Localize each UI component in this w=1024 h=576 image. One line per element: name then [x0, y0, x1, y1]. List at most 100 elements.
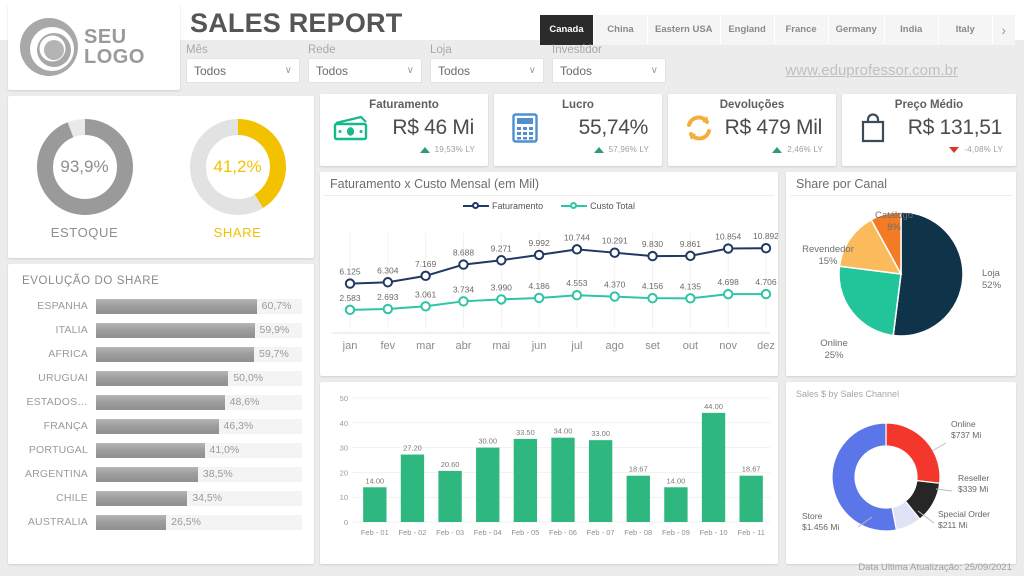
- filter-bar[interactable]: Mês Todos ∨ Rede Todos ∨ Loja Todos ∨ Investidor T…: [186, 44, 666, 83]
- share-row-name: ARGENTINA: [24, 468, 88, 480]
- share-row[interactable]: ITALIA 59,9%: [18, 318, 302, 342]
- filter-select-3[interactable]: Todos ∨: [552, 58, 666, 83]
- x-axis-tick: Feb - 06: [549, 528, 577, 537]
- bar[interactable]: [739, 475, 763, 522]
- line-point-label: 6.304: [377, 265, 399, 275]
- country-tab-china[interactable]: China: [594, 15, 648, 45]
- kpi-card-faturamento[interactable]: Faturamento R$ 46 Mi 19,53% LY: [320, 94, 488, 166]
- pie-slice-value: 52%: [982, 280, 1002, 291]
- kpi-card-lucro[interactable]: Lucro 55,74% 57,96% LY: [494, 94, 662, 166]
- share-row[interactable]: ESTADOS… 48,6%: [18, 390, 302, 414]
- kpi-footer: -4,08% LY: [852, 145, 1006, 154]
- website-link[interactable]: www.eduprofessor.com.br: [785, 62, 958, 79]
- filter-value-0: Todos: [194, 63, 227, 78]
- pie-slice[interactable]: [838, 265, 902, 337]
- country-tab-eastern-usa[interactable]: Eastern USA: [648, 15, 721, 45]
- bar[interactable]: [551, 437, 575, 522]
- bar[interactable]: [476, 447, 500, 522]
- x-axis-tick: Feb - 03: [436, 528, 464, 537]
- line-point-label: 9.861: [680, 239, 702, 249]
- bar-value-label: 18.67: [742, 465, 761, 474]
- kpi-card-devolu--es[interactable]: Devoluções R$ 479 Mil 2,46% LY: [668, 94, 836, 166]
- y-axis-tick: 40: [340, 419, 348, 428]
- share-row[interactable]: FRANÇA 46,3%: [18, 414, 302, 438]
- country-tab-france[interactable]: France: [774, 15, 829, 45]
- refresh-icon: [678, 112, 720, 144]
- kpi-title: Lucro: [562, 99, 594, 111]
- y-axis-tick: 50: [340, 394, 348, 403]
- x-axis-tick: Feb - 09: [662, 528, 690, 537]
- kpi-delta: 2,46% LY: [787, 145, 823, 154]
- bar[interactable]: [588, 440, 613, 522]
- country-tab-germany[interactable]: Germany: [828, 15, 885, 45]
- share-row-value: 60,7%: [261, 299, 292, 312]
- dashboard-page: SEU LOGO SALES REPORT www.eduprofessor.c…: [0, 0, 1024, 576]
- chevron-down-icon[interactable]: ∨: [651, 65, 658, 76]
- kpi-card-pre-o-m-dio[interactable]: Preço Médio R$ 131,51 -4,08% LY: [842, 94, 1016, 166]
- donut-slice-value: $737 Mi: [951, 430, 981, 440]
- filter-select-0[interactable]: Todos ∨: [186, 58, 300, 83]
- country-tab-canada[interactable]: Canada: [540, 15, 594, 45]
- line-point-label: 10.854: [715, 232, 741, 242]
- trend-up-icon: [593, 146, 604, 153]
- chevron-down-icon[interactable]: ∨: [407, 65, 414, 76]
- country-tab-italy[interactable]: Italy: [938, 15, 993, 45]
- page-title: SALES REPORT: [190, 8, 403, 38]
- share-row-value: 38,5%: [202, 467, 233, 480]
- share-row[interactable]: URUGUAI 50,0%: [18, 366, 302, 390]
- donut-chart-card: Sales $ by Sales Channel Online $737 Mi Re…: [786, 382, 1016, 564]
- trend-down-icon: [949, 146, 960, 153]
- line-chart-title: Faturamento x Custo Mensal (em Mil): [330, 177, 540, 191]
- logo-line-1: SEU: [84, 26, 127, 48]
- bar[interactable]: [400, 454, 425, 522]
- line-point-label: 3.990: [491, 282, 513, 292]
- tabs-next-icon[interactable]: ›: [992, 15, 1015, 45]
- share-row-bar: [96, 466, 198, 482]
- chevron-down-icon[interactable]: ∨: [285, 65, 292, 76]
- legend-item-custo-total[interactable]: Custo Total: [561, 201, 635, 211]
- gauge-share[interactable]: 41,2% SHARE: [161, 96, 314, 258]
- pie-chart-card: Share por Canal Loja 52% Online 25% Revended…: [786, 172, 1016, 376]
- chevron-down-icon[interactable]: ∨: [529, 65, 536, 76]
- donut-slice[interactable]: [885, 422, 941, 484]
- bar[interactable]: [626, 475, 650, 522]
- share-row[interactable]: AFRICA 59,7%: [18, 342, 302, 366]
- share-row[interactable]: ESPANHA 60,7%: [18, 294, 302, 318]
- country-tab-bar[interactable]: Canada China Eastern USA England France Germa…: [540, 15, 1015, 45]
- bar-value-label: 18.67: [629, 465, 648, 474]
- bar[interactable]: [363, 487, 387, 522]
- line-point-label: 6.125: [339, 267, 361, 277]
- pie-slice[interactable]: [892, 211, 964, 337]
- kpi-title: Faturamento: [369, 99, 439, 111]
- share-row[interactable]: AUSTRALIA 26,5%: [18, 510, 302, 534]
- share-row[interactable]: ARGENTINA 38,5%: [18, 462, 302, 486]
- legend-swatch-custo-total: [561, 202, 588, 209]
- share-row[interactable]: CHILE 34,5%: [18, 486, 302, 510]
- filter-select-2[interactable]: Todos ∨: [430, 58, 544, 83]
- share-row-track: 41,0%: [96, 442, 302, 458]
- share-row-value: 46,3%: [223, 419, 254, 432]
- share-row-name: AUSTRALIA: [27, 516, 88, 528]
- bar[interactable]: [701, 412, 726, 522]
- country-tab-india[interactable]: India: [884, 15, 939, 45]
- pie-slice-label: Online: [820, 338, 847, 349]
- bar[interactable]: [438, 470, 462, 522]
- share-row-bar: [96, 394, 225, 410]
- legend-item-faturamento[interactable]: Faturamento: [463, 201, 543, 211]
- bar[interactable]: [664, 487, 688, 522]
- gauge-estoque[interactable]: 93,9% ESTOQUE: [8, 96, 161, 258]
- share-row[interactable]: PORTUGAL 41,0%: [18, 438, 302, 462]
- kpi-delta: -4,08% LY: [964, 145, 1003, 154]
- country-tab-england[interactable]: England: [720, 15, 775, 45]
- share-row-track: 48,6%: [96, 394, 302, 410]
- filter-select-1[interactable]: Todos ∨: [308, 58, 422, 83]
- x-axis-tick: set: [645, 340, 660, 352]
- bar[interactable]: [513, 438, 538, 522]
- bar-value-label: 20.60: [441, 460, 460, 469]
- line-point-label: 4.706: [755, 277, 777, 287]
- filter-2: Loja Todos ∨: [430, 44, 544, 83]
- gauge-share-caption: SHARE: [213, 224, 262, 240]
- trend-up-icon: [419, 146, 430, 153]
- cash-icon: [330, 112, 372, 144]
- pie-slice-label: Catálogo: [875, 210, 913, 221]
